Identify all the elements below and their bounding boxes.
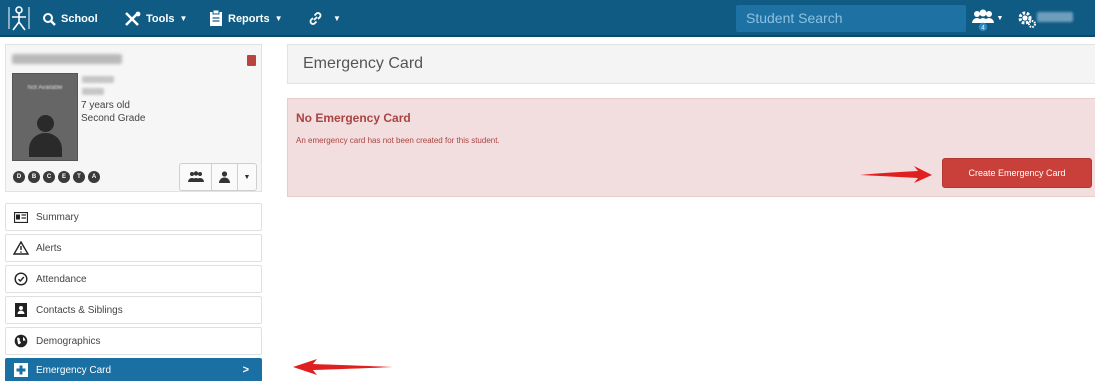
chevron-down-icon: ▼ — [997, 15, 1004, 22]
page-title: Emergency Card — [303, 55, 424, 72]
sidebar-item-label: Emergency Card — [36, 364, 112, 376]
student-info-panel: Not Available 7 years old Second Grade D… — [5, 44, 262, 192]
program-badge[interactable]: E — [58, 171, 70, 183]
profile-dropdown-button[interactable]: ▼ — [238, 164, 256, 190]
nav-menu-school[interactable]: School — [42, 0, 98, 37]
tools-icon — [125, 11, 141, 26]
link-icon — [309, 12, 322, 25]
chevron-down-icon: ▼ — [274, 14, 283, 23]
nav-menu-tools[interactable]: Tools ▼ — [124, 0, 187, 37]
program-badge[interactable]: T — [73, 171, 85, 183]
student-detail-redacted — [82, 88, 104, 95]
id-card-icon — [14, 211, 28, 223]
top-navbar: School Tools ▼ Reports ▼ ▼ Student Searc… — [0, 0, 1095, 37]
family-button[interactable] — [180, 164, 212, 190]
profile-button[interactable] — [212, 164, 238, 190]
clipboard-icon — [210, 10, 222, 26]
chevron-down-icon: ▼ — [333, 14, 341, 23]
student-search-input[interactable]: Student Search — [736, 5, 966, 32]
student-grade: Second Grade — [81, 113, 146, 124]
program-badges: D B C E T A — [13, 171, 100, 183]
student-sidebar-nav: Summary Alerts Attendance Contacts & Sib… — [5, 203, 262, 381]
sidebar-item-summary[interactable]: Summary — [5, 203, 262, 231]
alert-message: An emergency card has not been created f… — [296, 136, 500, 145]
contact-book-icon — [15, 303, 27, 317]
arrow-annotation-icon — [293, 359, 393, 375]
nav-menu-label: School — [61, 12, 98, 25]
sidebar-item-label: Attendance — [36, 273, 87, 285]
avatar-body — [29, 133, 62, 157]
avatar-head — [37, 115, 54, 132]
logo-icon[interactable] — [6, 4, 32, 32]
alert-title: No Emergency Card — [296, 111, 411, 125]
student-id-redacted — [82, 76, 114, 83]
sidebar-item-contacts[interactable]: Contacts & Siblings — [5, 296, 262, 324]
user-name-redacted[interactable] — [1037, 12, 1073, 22]
create-emergency-card-button[interactable]: Create Emergency Card — [942, 158, 1092, 188]
sidebar-item-label: Alerts — [36, 242, 62, 254]
sidebar-item-label: Summary — [36, 211, 79, 223]
student-age: 7 years old — [81, 100, 130, 111]
student-photo: Not Available — [12, 73, 78, 161]
page-header: Emergency Card — [287, 44, 1095, 84]
no-emergency-card-alert: No Emergency Card An emergency card has … — [287, 98, 1095, 197]
sidebar-item-demographics[interactable]: Demographics — [5, 327, 262, 355]
nav-menu-label: Reports — [228, 12, 270, 25]
family-icon — [187, 171, 204, 182]
photo-placeholder-text: Not Available — [27, 85, 63, 91]
warning-icon — [13, 241, 29, 255]
program-badge[interactable]: A — [88, 171, 100, 183]
program-badge[interactable]: C — [43, 171, 55, 183]
student-name-redacted — [12, 54, 122, 64]
program-badge[interactable]: B — [28, 171, 40, 183]
sidebar-item-attendance[interactable]: Attendance — [5, 265, 262, 293]
users-icon[interactable]: 4 ▼ — [969, 8, 1005, 32]
sidebar-item-label: Contacts & Siblings — [36, 304, 123, 316]
nav-menu-reports[interactable]: Reports ▼ — [209, 0, 282, 37]
search-icon — [43, 12, 56, 26]
nav-menu-links[interactable]: ▼ — [308, 0, 341, 37]
chevron-down-icon: ▼ — [243, 173, 251, 181]
clock-icon — [14, 272, 28, 286]
sidebar-item-label: Demographics — [36, 335, 101, 347]
chevron-right-icon: > — [242, 364, 249, 376]
user-count-badge: 4 — [981, 25, 985, 32]
user-icon — [219, 171, 230, 183]
chevron-down-icon: ▼ — [179, 14, 188, 23]
sidebar-item-alerts[interactable]: Alerts — [5, 234, 262, 262]
flag-indicator[interactable] — [247, 55, 256, 66]
program-badge[interactable]: D — [13, 171, 25, 183]
plus-square-icon — [14, 363, 28, 377]
nav-menu-label: Tools — [146, 12, 175, 25]
globe-icon — [14, 334, 28, 348]
student-actions-group: ▼ — [179, 163, 257, 191]
sidebar-item-emergency-card[interactable]: Emergency Card > — [5, 358, 262, 381]
arrow-annotation-icon — [860, 166, 932, 183]
